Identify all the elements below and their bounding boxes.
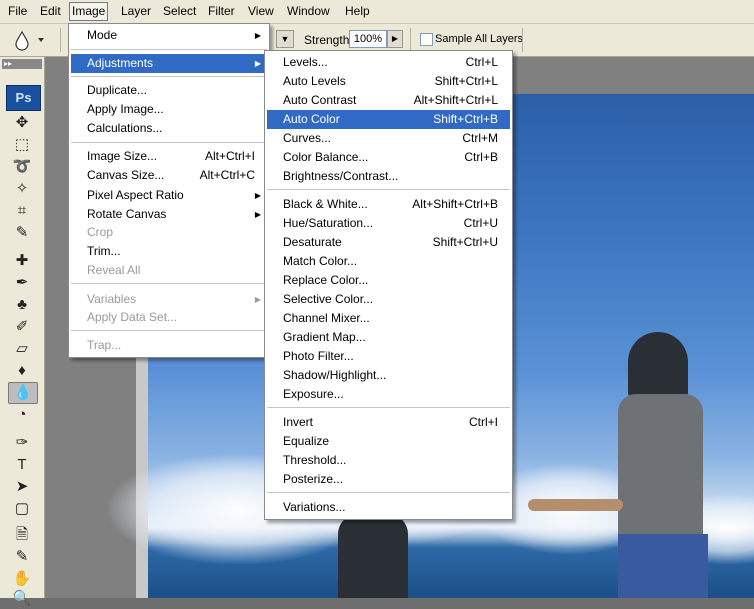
- adj-channel-mixer[interactable]: Channel Mixer...: [267, 309, 510, 328]
- move-tool-icon[interactable]: ✥: [8, 113, 36, 133]
- crop-tool-icon[interactable]: ⌗: [8, 201, 36, 221]
- adj-desaturate[interactable]: Desaturate Shift+Ctrl+U: [267, 233, 510, 252]
- image-menu-image-size[interactable]: Image Size... Alt+Ctrl+I: [71, 147, 267, 166]
- lasso-tool-icon[interactable]: ➰: [8, 157, 36, 177]
- adj-equalize[interactable]: Equalize: [267, 432, 510, 451]
- menu-select[interactable]: Select: [161, 3, 198, 20]
- image-menu-reveal-all[interactable]: Reveal All: [71, 261, 267, 280]
- adj-auto-levels[interactable]: Auto Levels Shift+Ctrl+L: [267, 72, 510, 91]
- menu-help[interactable]: Help: [343, 3, 372, 20]
- pen-tool-icon[interactable]: ✑: [8, 433, 36, 453]
- adj-replace-color[interactable]: Replace Color...: [267, 271, 510, 290]
- menu-edit[interactable]: Edit: [38, 3, 63, 20]
- strength-slider-arrow[interactable]: ▶: [387, 30, 403, 48]
- menu-image[interactable]: Image: [69, 2, 109, 21]
- adj-auto-color[interactable]: Auto Color Shift+Ctrl+B: [267, 110, 510, 129]
- sample-all-layers-label: Sample All Layers: [435, 33, 524, 45]
- image-menu-calculations[interactable]: Calculations...: [71, 119, 267, 138]
- image-menu-mode[interactable]: Mode ▶: [71, 26, 267, 45]
- adj-posterize[interactable]: Posterize...: [267, 470, 510, 489]
- brush-picker-dropdown[interactable]: ▼: [276, 30, 294, 48]
- adj-levels[interactable]: Levels... Ctrl+L: [267, 53, 510, 72]
- type-tool-icon[interactable]: T: [8, 455, 36, 475]
- image-menu-duplicate[interactable]: Duplicate...: [71, 81, 267, 100]
- eyedropper-sample-tool-icon[interactable]: ✎: [8, 547, 36, 567]
- magic-wand-tool-icon[interactable]: ✧: [8, 179, 36, 199]
- adj-photo-filter[interactable]: Photo Filter...: [267, 347, 510, 366]
- adj-exposure[interactable]: Exposure...: [267, 385, 510, 404]
- options-separator: [522, 28, 523, 52]
- brush-tool-icon[interactable]: ✒: [8, 273, 36, 293]
- options-separator: [410, 28, 411, 52]
- image-menu-dropdown: Mode ▶ Adjustments ▶ Duplicate... Apply Im…: [68, 23, 270, 358]
- blur-tool-icon[interactable]: 💧: [8, 382, 38, 404]
- strength-label: Strength:: [304, 33, 353, 47]
- notes-tool-icon[interactable]: 🗎: [8, 525, 36, 545]
- shape-tool-icon[interactable]: ▢: [8, 499, 36, 519]
- adj-gradient-map[interactable]: Gradient Map...: [267, 328, 510, 347]
- adj-brightness-contrast[interactable]: Brightness/Contrast...: [267, 167, 510, 186]
- eyedropper-tool-icon[interactable]: ✎: [8, 223, 36, 243]
- tool-preset-picker[interactable]: [8, 28, 48, 52]
- adj-match-color[interactable]: Match Color...: [267, 252, 510, 271]
- adj-curves[interactable]: Curves... Ctrl+M: [267, 129, 510, 148]
- image-menu-rotate-canvas[interactable]: Rotate Canvas ▶: [71, 205, 267, 224]
- image-menu-variables[interactable]: Variables ▶: [71, 290, 267, 309]
- adj-color-balance[interactable]: Color Balance... Ctrl+B: [267, 148, 510, 167]
- toolbox-header[interactable]: ▸▸: [2, 59, 42, 69]
- menu-layer[interactable]: Layer: [119, 3, 153, 20]
- zoom-tool-icon[interactable]: 🔍: [8, 589, 36, 609]
- adj-threshold[interactable]: Threshold...: [267, 451, 510, 470]
- healing-brush-tool-icon[interactable]: ✚: [8, 251, 36, 271]
- adj-shadow-highlight[interactable]: Shadow/Highlight...: [267, 366, 510, 385]
- menu-view[interactable]: View: [246, 3, 276, 20]
- image-menu-crop[interactable]: Crop: [71, 223, 267, 242]
- image-menu-apply-image[interactable]: Apply Image...: [71, 100, 267, 119]
- options-separator: [60, 28, 61, 52]
- adjustments-submenu: Levels... Ctrl+L Auto Levels Shift+Ctrl+L …: [264, 50, 513, 520]
- image-menu-canvas-size[interactable]: Canvas Size... Alt+Ctrl+C: [71, 166, 267, 185]
- adj-invert[interactable]: Invert Ctrl+I: [267, 413, 510, 432]
- image-menu-trap[interactable]: Trap...: [71, 336, 267, 355]
- blur-drop-icon: [15, 30, 44, 51]
- eraser-tool-icon[interactable]: ▱: [8, 339, 36, 359]
- paint-bucket-tool-icon[interactable]: ♦: [8, 361, 36, 381]
- image-menu-apply-data-set[interactable]: Apply Data Set...: [71, 308, 267, 327]
- strength-input[interactable]: 100%: [349, 30, 387, 48]
- dodge-tool-icon[interactable]: ◔: [8, 405, 36, 425]
- clone-stamp-tool-icon[interactable]: ♣: [8, 295, 36, 315]
- menu-file[interactable]: File: [6, 3, 29, 20]
- adj-black-white[interactable]: Black & White... Alt+Shift+Ctrl+B: [267, 195, 510, 214]
- hand-tool-icon[interactable]: ✋: [8, 569, 36, 589]
- sample-all-layers-checkbox[interactable]: [420, 33, 433, 46]
- image-menu-adjustments[interactable]: Adjustments ▶: [71, 54, 267, 73]
- menu-filter[interactable]: Filter: [206, 3, 237, 20]
- ps-logo[interactable]: Ps: [6, 85, 41, 111]
- menu-window[interactable]: Window: [285, 3, 332, 20]
- path-selection-tool-icon[interactable]: ➤: [8, 477, 36, 497]
- image-menu-pixel-aspect-ratio[interactable]: Pixel Aspect Ratio ▶: [71, 186, 267, 205]
- menu-bar: File Edit Image Layer Select Filter View…: [0, 0, 754, 24]
- image-menu-trim[interactable]: Trim...: [71, 242, 267, 261]
- marquee-tool-icon[interactable]: ⬚: [8, 135, 36, 155]
- history-brush-tool-icon[interactable]: ✐: [8, 317, 36, 337]
- adj-auto-contrast[interactable]: Auto Contrast Alt+Shift+Ctrl+L: [267, 91, 510, 110]
- adj-selective-color[interactable]: Selective Color...: [267, 290, 510, 309]
- adj-variations[interactable]: Variations...: [267, 498, 510, 517]
- adj-hue-saturation[interactable]: Hue/Saturation... Ctrl+U: [267, 214, 510, 233]
- toolbox: ▸▸ Ps ✥ ⬚ ➰ ✧ ⌗ ✎ ✚ ✒ ♣ ✐ ▱ ♦ 💧 ◔ ✑ T ➤ …: [0, 57, 45, 607]
